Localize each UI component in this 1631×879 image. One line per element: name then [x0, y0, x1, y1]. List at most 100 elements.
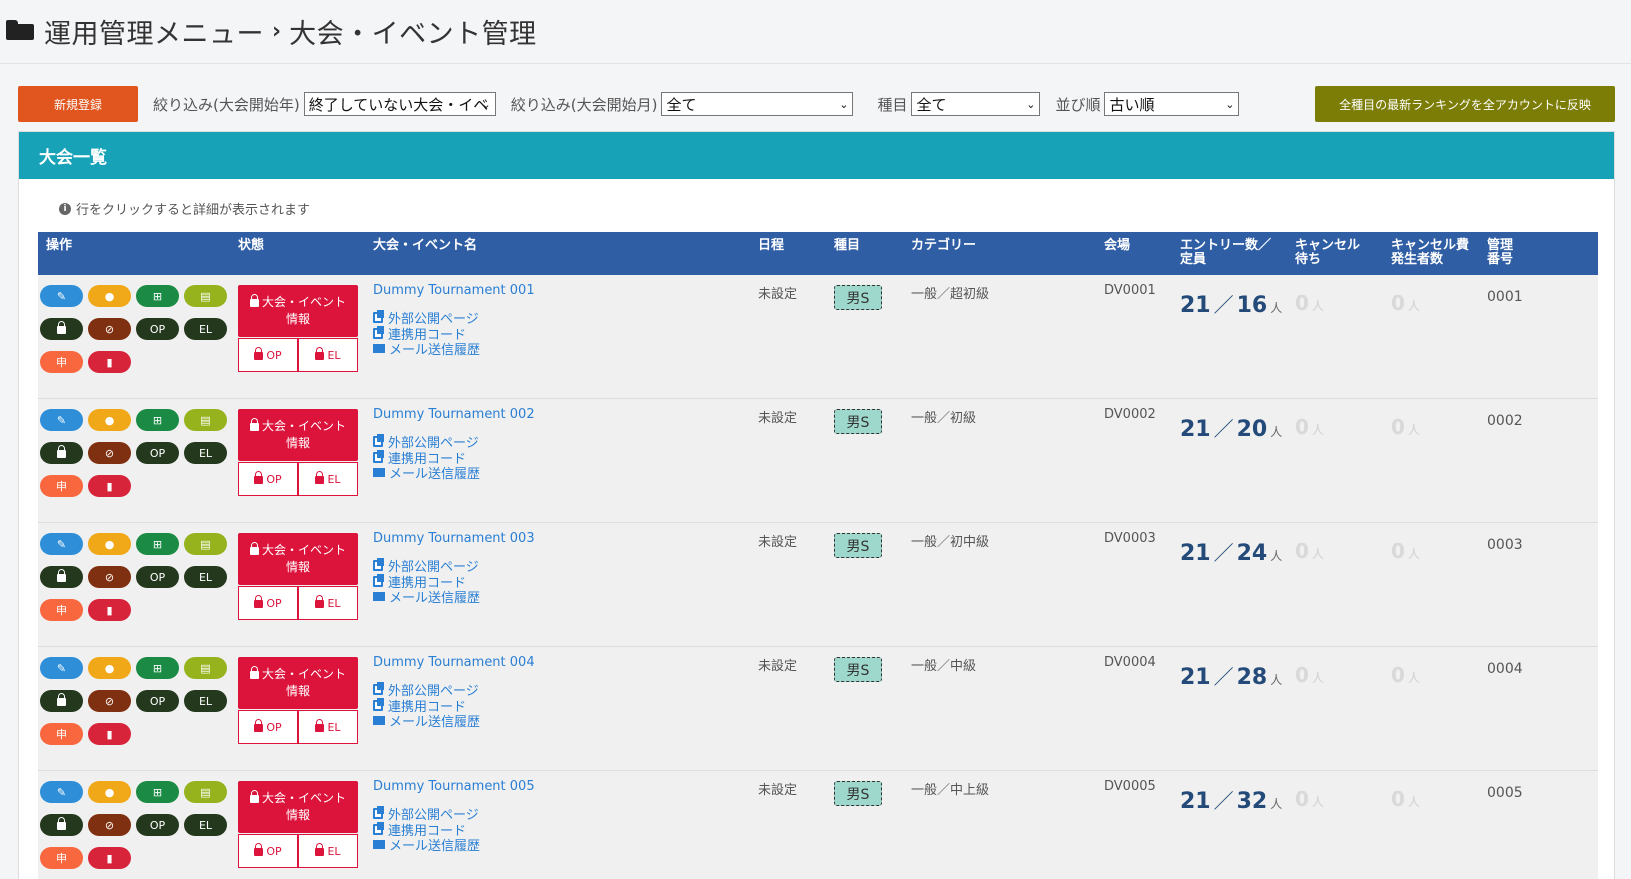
- state-op-button[interactable]: OP: [238, 586, 298, 620]
- state-el-button[interactable]: EL: [298, 462, 358, 496]
- apply-button[interactable]: 申: [40, 723, 83, 745]
- table-row[interactable]: ✎ ● ⊞ ▤ ⊘ OP EL 申 ▮ 大会・イベント 情報 OP EL Dum…: [38, 275, 1598, 399]
- file-icon[interactable]: ▤: [184, 533, 227, 555]
- filter-month-select[interactable]: 全て ⌄: [661, 92, 854, 116]
- th-fee-line2: 発生者数: [1391, 252, 1444, 267]
- apply-button[interactable]: 申: [40, 475, 83, 497]
- sitemap-icon[interactable]: ⊞: [136, 409, 179, 431]
- event-name-link[interactable]: Dummy Tournament 005: [373, 779, 753, 799]
- event-name-link[interactable]: Dummy Tournament 002: [373, 407, 753, 427]
- user-icon[interactable]: ●: [88, 533, 131, 555]
- event-name-link[interactable]: Dummy Tournament 003: [373, 531, 753, 551]
- state-op-button[interactable]: OP: [238, 338, 298, 372]
- state-el-button[interactable]: EL: [298, 710, 358, 744]
- edit-icon[interactable]: ✎: [40, 409, 83, 431]
- envelope-icon: [373, 592, 385, 602]
- el-button[interactable]: EL: [184, 814, 227, 836]
- state-subbuttons: OP EL: [238, 338, 358, 372]
- lock-icon: [315, 843, 325, 856]
- ban-icon[interactable]: ⊘: [88, 814, 131, 836]
- edit-icon[interactable]: ✎: [40, 285, 83, 307]
- state-op-button[interactable]: OP: [238, 462, 298, 496]
- user-icon[interactable]: ●: [88, 409, 131, 431]
- op-button[interactable]: OP: [136, 566, 179, 588]
- table-row[interactable]: ✎ ● ⊞ ▤ ⊘ OP EL 申 ▮ 大会・イベント 情報 OP EL Dum…: [38, 399, 1598, 523]
- lock-icon[interactable]: [40, 318, 83, 340]
- trash-icon[interactable]: ▮: [88, 599, 131, 621]
- trash-icon[interactable]: ▮: [88, 475, 131, 497]
- apply-button[interactable]: 申: [40, 599, 83, 621]
- edit-icon[interactable]: ✎: [40, 781, 83, 803]
- ban-icon[interactable]: ⊘: [88, 318, 131, 340]
- file-icon[interactable]: ▤: [184, 781, 227, 803]
- sitemap-icon[interactable]: ⊞: [136, 657, 179, 679]
- lock-icon[interactable]: [40, 814, 83, 836]
- op-button[interactable]: OP: [136, 814, 179, 836]
- event-name-link[interactable]: Dummy Tournament 001: [373, 283, 753, 303]
- event-info-button[interactable]: 大会・イベント 情報: [238, 781, 358, 833]
- mail-history-link[interactable]: メール送信履歴: [373, 589, 753, 606]
- op-button[interactable]: OP: [136, 318, 179, 340]
- sitemap-icon[interactable]: ⊞: [136, 285, 179, 307]
- ban-icon[interactable]: ⊘: [88, 442, 131, 464]
- sitemap-icon[interactable]: ⊞: [136, 533, 179, 555]
- ban-icon[interactable]: ⊘: [88, 690, 131, 712]
- th-waiting-line2: 待ち: [1295, 252, 1322, 267]
- mail-history-link[interactable]: メール送信履歴: [373, 837, 753, 855]
- trash-icon[interactable]: ▮: [88, 351, 131, 373]
- waiting-value: 0: [1295, 291, 1309, 315]
- event-info-button[interactable]: 大会・イベント 情報: [238, 657, 358, 709]
- ban-icon[interactable]: ⊘: [88, 566, 131, 588]
- user-icon[interactable]: ●: [88, 657, 131, 679]
- file-icon[interactable]: ▤: [184, 285, 227, 307]
- edit-icon[interactable]: ✎: [40, 657, 83, 679]
- waiting-count: 0人: [1295, 663, 1324, 687]
- event-type-badge: 男S: [834, 657, 882, 682]
- event-type-select[interactable]: 全て ⌄: [911, 92, 1041, 116]
- op-button[interactable]: OP: [136, 442, 179, 464]
- user-icon[interactable]: ●: [88, 285, 131, 307]
- trash-icon[interactable]: ▮: [88, 847, 131, 869]
- el-button[interactable]: EL: [184, 690, 227, 712]
- el-button[interactable]: EL: [184, 442, 227, 464]
- mail-history-link[interactable]: メール送信履歴: [373, 713, 753, 730]
- apply-button[interactable]: 申: [40, 351, 83, 373]
- event-info-button[interactable]: 大会・イベント 情報: [238, 409, 358, 461]
- table-row[interactable]: ✎ ● ⊞ ▤ ⊘ OP EL 申 ▮ 大会・イベント 情報 OP EL Dum…: [38, 771, 1598, 879]
- table-row[interactable]: ✎ ● ⊞ ▤ ⊘ OP EL 申 ▮ 大会・イベント 情報 OP EL Dum…: [38, 523, 1598, 647]
- table-row[interactable]: ✎ ● ⊞ ▤ ⊘ OP EL 申 ▮ 大会・イベント 情報 OP EL Dum…: [38, 647, 1598, 771]
- state-el-button[interactable]: EL: [298, 338, 358, 372]
- state-op-button[interactable]: OP: [238, 834, 298, 868]
- file-icon[interactable]: ▤: [184, 657, 227, 679]
- sort-select[interactable]: 古い順 ⌄: [1104, 92, 1240, 116]
- lock-icon[interactable]: [40, 566, 83, 588]
- event-info-line2: 情報: [285, 312, 310, 326]
- mail-history-link[interactable]: メール送信履歴: [373, 465, 753, 483]
- filter-year-select[interactable]: 終了していない大会・イベ ⌄: [303, 92, 496, 116]
- reflect-ranking-button[interactable]: 全種目の最新ランキングを全アカウントに反映: [1315, 86, 1615, 122]
- op-button[interactable]: OP: [136, 690, 179, 712]
- el-button[interactable]: EL: [184, 318, 227, 340]
- state-el-button[interactable]: EL: [298, 834, 358, 868]
- trash-icon[interactable]: ▮: [88, 723, 131, 745]
- event-type-label: 種目: [877, 95, 908, 114]
- event-info-button[interactable]: 大会・イベント 情報: [238, 533, 358, 585]
- breadcrumb-parent[interactable]: 運用管理メニュー: [44, 12, 264, 51]
- lock-icon[interactable]: [40, 690, 83, 712]
- edit-icon[interactable]: ✎: [40, 533, 83, 555]
- el-button[interactable]: EL: [184, 566, 227, 588]
- sitemap-icon[interactable]: ⊞: [136, 781, 179, 803]
- new-register-button[interactable]: 新規登録: [18, 86, 138, 122]
- file-icon[interactable]: ▤: [184, 409, 227, 431]
- mail-history-label: メール送信履歴: [389, 467, 481, 483]
- event-name-link[interactable]: Dummy Tournament 004: [373, 655, 753, 675]
- mail-history-label: メール送信履歴: [389, 839, 481, 855]
- event-info-button[interactable]: 大会・イベント 情報: [238, 285, 358, 337]
- state-el-button[interactable]: EL: [298, 586, 358, 620]
- lock-icon: [254, 347, 264, 360]
- lock-icon[interactable]: [40, 442, 83, 464]
- user-icon[interactable]: ●: [88, 781, 131, 803]
- state-op-button[interactable]: OP: [238, 710, 298, 744]
- apply-button[interactable]: 申: [40, 847, 83, 869]
- mail-history-link[interactable]: メール送信履歴: [373, 341, 753, 358]
